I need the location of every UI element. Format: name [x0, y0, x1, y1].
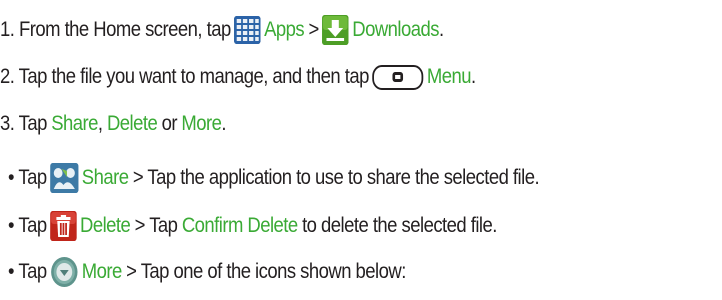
bullet-marker: •: [8, 166, 14, 189]
confirm-delete-label: Confirm Delete: [181, 214, 298, 237]
bullet-share: • Tap Share > Tap the application to use…: [8, 160, 540, 196]
menu-key-icon: [372, 64, 424, 90]
apps-label: Apps: [264, 18, 305, 41]
downloads-label: Downloads: [352, 18, 439, 41]
step-2: 2. Tap the file you want to manage, and …: [0, 59, 476, 95]
delete-description-post: to delete the selected file.: [302, 214, 497, 237]
more-icon: [50, 256, 78, 288]
step-2-suffix: .: [471, 65, 476, 88]
step-3-prefix: 3. Tap: [0, 112, 47, 135]
delete-description-pre: > Tap: [134, 214, 178, 237]
apps-grid-icon: [234, 16, 261, 44]
bullet-marker: •: [8, 260, 14, 283]
more-description: > Tap one of the icons shown below:: [126, 260, 406, 283]
step-3-suffix: .: [221, 112, 227, 135]
downloads-icon: [322, 15, 349, 45]
step-1: 1. From the Home screen, tap Apps > Down…: [0, 12, 444, 48]
separator-arrow: >: [308, 18, 320, 41]
bullet-more: • Tap More > Tap one of the icons shown …: [8, 254, 406, 290]
share-option-label: Share: [51, 112, 98, 135]
step-1-prefix: 1. From the Home screen, tap: [0, 18, 231, 41]
tap-text: Tap: [18, 166, 47, 189]
comma: ,: [97, 112, 103, 135]
share-icon: [50, 163, 79, 193]
delete-label: Delete: [80, 214, 131, 237]
more-label: More: [81, 260, 123, 283]
delete-option-label: Delete: [106, 112, 158, 135]
menu-label: Menu: [426, 65, 472, 88]
delete-icon: [50, 211, 77, 241]
step-3: 3. Tap Share , Delete or More .: [0, 106, 227, 142]
more-option-label: More: [181, 112, 222, 135]
step-2-prefix: 2. Tap the file you want to manage, and …: [0, 65, 369, 88]
step-1-suffix: .: [438, 18, 444, 41]
tap-text: Tap: [18, 214, 47, 237]
bullet-delete: • Tap Delete > Tap Confirm Delete to del…: [8, 208, 497, 244]
tap-text: Tap: [18, 260, 47, 283]
or-text: or: [161, 112, 178, 135]
share-label: Share: [81, 166, 129, 189]
share-description: > Tap the application to use to share th…: [132, 166, 540, 189]
bullet-marker: •: [8, 214, 14, 237]
instructions-document: 1. From the Home screen, tap Apps > Down…: [0, 0, 722, 300]
